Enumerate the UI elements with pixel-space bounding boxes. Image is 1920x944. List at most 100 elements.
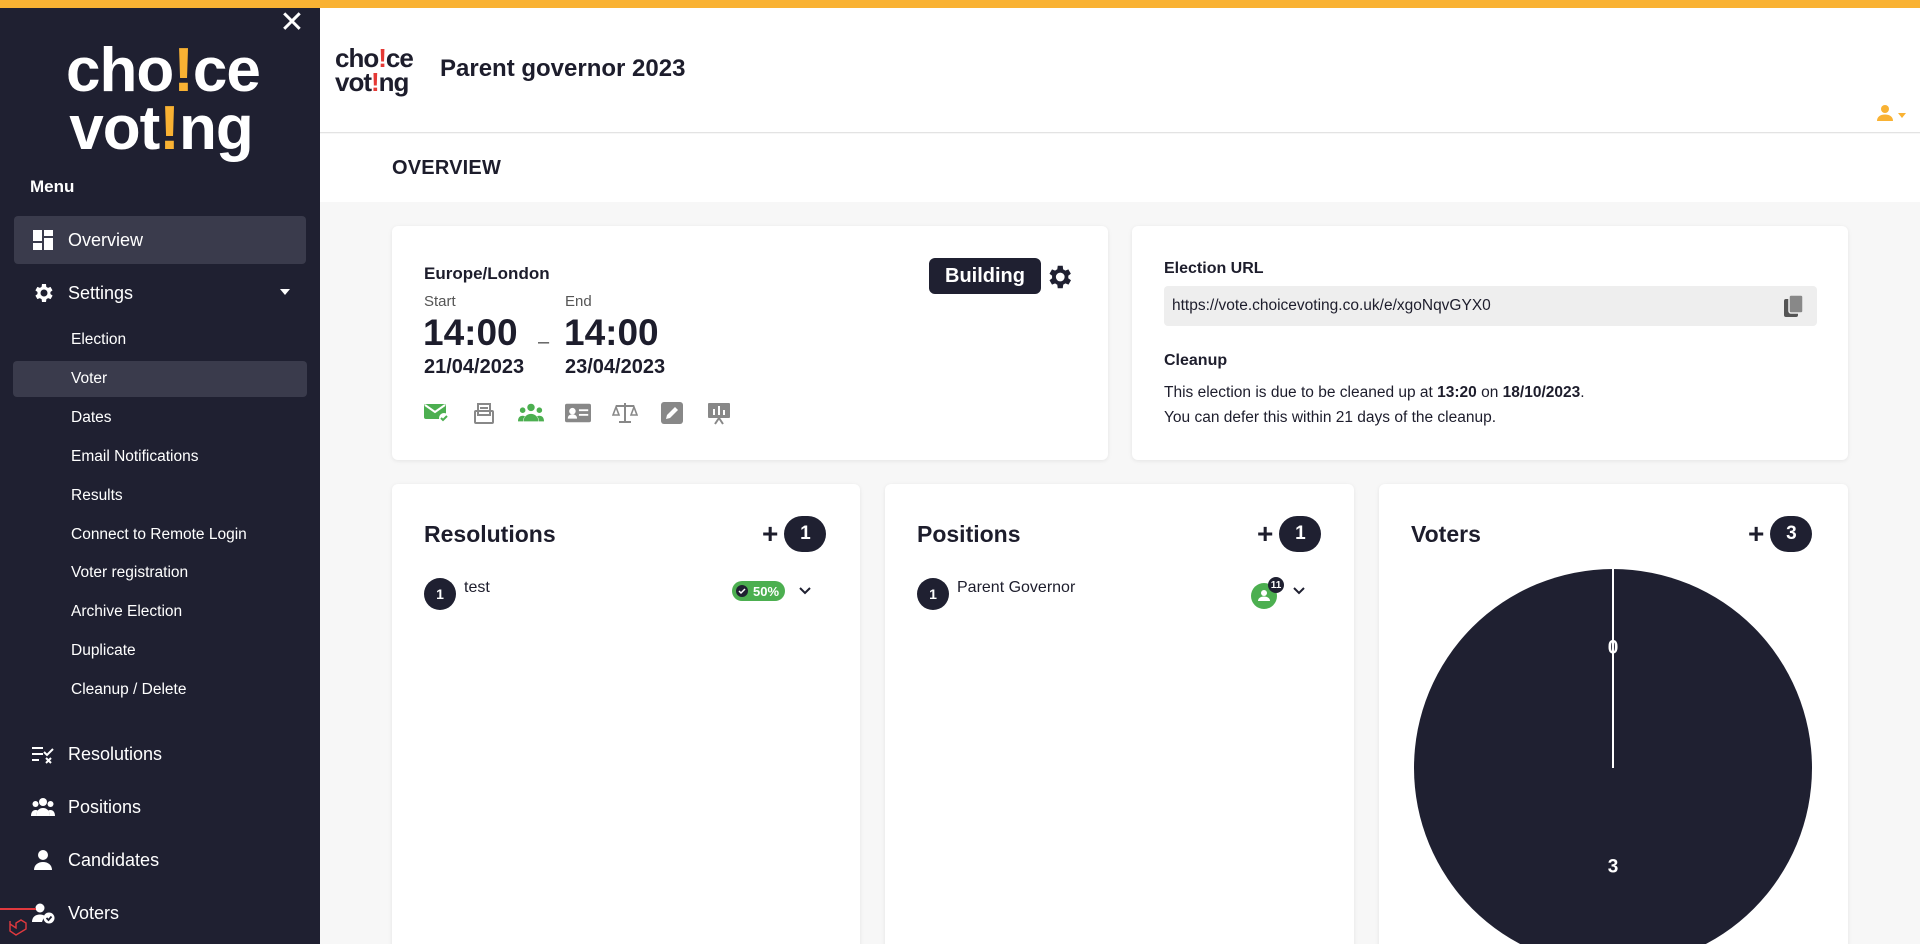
- start-label: Start: [424, 293, 456, 310]
- people-group-icon[interactable]: [518, 400, 544, 426]
- plus-icon: +: [1257, 518, 1274, 549]
- sidebar-item-label: Resolutions: [68, 743, 163, 764]
- plus-icon: +: [762, 518, 779, 549]
- sidebar-item-overview[interactable]: Overview: [14, 216, 306, 264]
- sidebar-item-resolutions[interactable]: Resolutions: [14, 730, 306, 778]
- election-url-card: Election URL https://vote.choicevoting.c…: [1132, 226, 1848, 460]
- cleanup-note: You can defer this within 21 days of the…: [1164, 409, 1497, 426]
- chevron-down-icon[interactable]: [1291, 583, 1307, 599]
- sidebar-subitem-duplicate[interactable]: Duplicate: [13, 633, 307, 669]
- resolution-label[interactable]: test: [464, 579, 490, 597]
- status-badge[interactable]: Building: [929, 258, 1041, 294]
- candidates-badge[interactable]: 11: [1250, 577, 1284, 610]
- sidebar-subitem-label: Results: [71, 487, 123, 504]
- pie-data-label: 0: [1608, 638, 1619, 659]
- start-date: 21/04/2023: [424, 356, 525, 378]
- end-label: End: [565, 293, 592, 310]
- add-resolution-button[interactable]: + 1: [762, 516, 827, 552]
- sidebar-subitem-label: Election: [71, 331, 127, 348]
- voters-card: Voters + 3 03: [1379, 484, 1848, 944]
- timezone-label: Europe/London: [424, 264, 550, 283]
- sidebar-subitem-election[interactable]: Election: [13, 322, 307, 358]
- resolutions-title: Resolutions: [424, 521, 556, 547]
- page-subheader: OVERVIEW: [320, 134, 1920, 202]
- position-number: 1: [917, 578, 949, 610]
- sidebar-subitem-email-notifications[interactable]: Email Notifications: [13, 439, 307, 475]
- sidebar-subitem-label: Archive Election: [71, 603, 183, 620]
- choicevoting-logo: cho!ce vot!ng: [66, 36, 261, 163]
- resolution-result-badge: 50%: [732, 581, 786, 601]
- sidebar-item-label: Settings: [68, 282, 134, 303]
- resolutions-count: 1: [784, 516, 827, 552]
- page-title: OVERVIEW: [392, 157, 502, 179]
- resolution-percent: 50%: [753, 583, 780, 599]
- sidebar-subitem-label: Voter registration: [71, 564, 189, 581]
- sidebar-subitem-cleanup-delete[interactable]: Cleanup / Delete: [13, 672, 307, 708]
- close-sidebar-button[interactable]: ✕: [279, 8, 305, 38]
- sidebar-subitem-label: Cleanup / Delete: [71, 681, 187, 698]
- email-check-icon[interactable]: [424, 400, 450, 426]
- election-url-value: https://vote.choicevoting.co.uk/e/xgoNqv…: [1172, 297, 1491, 314]
- choicevoting-header-logo: cho!ce vot!ng: [335, 43, 414, 97]
- candidates-count-badge: 11: [1268, 577, 1284, 593]
- chevron-down-icon[interactable]: [797, 583, 813, 599]
- position-label[interactable]: Parent Governor: [957, 579, 1075, 597]
- sidebar-item-label: Positions: [68, 796, 142, 817]
- resolution-number: 1: [424, 578, 456, 610]
- pie-data-label: 3: [1608, 857, 1619, 878]
- end-time: 14:00: [564, 312, 659, 353]
- sidebar-item-candidates[interactable]: Candidates: [14, 836, 306, 884]
- user-menu[interactable]: [1876, 104, 1906, 127]
- election-settings-gear-icon[interactable]: [1044, 262, 1074, 292]
- sidebar-item-positions[interactable]: Positions: [14, 783, 306, 831]
- cleanup-title: Cleanup: [1164, 352, 1228, 369]
- id-card-icon[interactable]: [565, 400, 591, 426]
- cleanup-description: This election is due to be cleaned up at…: [1164, 380, 1585, 430]
- positions-count: 1: [1279, 516, 1322, 552]
- sidebar-subitem-archive-election[interactable]: Archive Election: [13, 594, 307, 630]
- election-title: Parent governor 2023: [440, 55, 686, 82]
- sidebar-subitem-dates[interactable]: Dates: [13, 400, 307, 436]
- sidebar-item-settings[interactable]: Settings: [14, 269, 306, 317]
- sidebar: ✕ cho!ce vot!ng Menu Overview Settings El…: [0, 0, 320, 944]
- election-status-icons: [424, 400, 732, 426]
- copy-icon[interactable]: [1783, 294, 1807, 318]
- menu-label: Menu: [30, 177, 75, 196]
- cleanup-date: 18/10/2023: [1502, 384, 1581, 401]
- gear-icon: [30, 280, 56, 306]
- sidebar-subitem-remote-login[interactable]: Connect to Remote Login: [13, 517, 307, 553]
- sidebar-subitem-label: Email Notifications: [71, 448, 199, 465]
- election-url-field[interactable]: https://vote.choicevoting.co.uk/e/xgoNqv…: [1164, 286, 1817, 326]
- sidebar-subitem-label: Connect to Remote Login: [71, 526, 247, 543]
- debug-bar-icon[interactable]: [0, 908, 36, 944]
- sidebar-item-label: Candidates: [68, 849, 160, 870]
- cleanup-mid: on: [1476, 384, 1503, 401]
- cleanup-prefix: This election is due to be cleaned up at: [1164, 384, 1438, 401]
- resolutions-card: Resolutions + 1 1 test 50%: [392, 484, 860, 944]
- end-date: 23/04/2023: [565, 356, 666, 378]
- cleanup-suffix: .: [1580, 384, 1585, 401]
- caret-down-icon: [280, 289, 290, 295]
- start-time: 14:00: [423, 312, 518, 353]
- positions-card: Positions + 1 1 Parent Governor 11: [885, 484, 1354, 944]
- sidebar-subitem-voter-registration[interactable]: Voter registration: [13, 555, 307, 591]
- caret-down-icon: [1898, 113, 1906, 118]
- presentation-board-icon[interactable]: [706, 400, 732, 426]
- scales-icon[interactable]: [612, 400, 638, 426]
- sidebar-subitem-results[interactable]: Results: [13, 478, 307, 514]
- sidebar-subitem-voter[interactable]: Voter: [13, 361, 307, 397]
- sidebar-item-voters[interactable]: Voters: [14, 889, 306, 937]
- positions-title: Positions: [917, 521, 1021, 547]
- user-icon: [1876, 104, 1894, 127]
- voters-pie-chart: 03: [1414, 569, 1812, 944]
- election-url-title: Election URL: [1164, 260, 1264, 277]
- candidate-icon: [30, 847, 56, 873]
- sidebar-subitem-label: Duplicate: [71, 642, 136, 659]
- edit-pencil-icon[interactable]: [659, 400, 685, 426]
- add-position-button[interactable]: + 1: [1257, 516, 1322, 552]
- election-dates-card: Europe/London Start 14:00 21/04/2023 – E…: [392, 226, 1108, 460]
- check-circle-icon: [736, 585, 748, 597]
- ballot-box-icon[interactable]: [471, 400, 497, 426]
- resolutions-icon: [30, 741, 56, 767]
- sidebar-item-label: Voters: [68, 902, 120, 923]
